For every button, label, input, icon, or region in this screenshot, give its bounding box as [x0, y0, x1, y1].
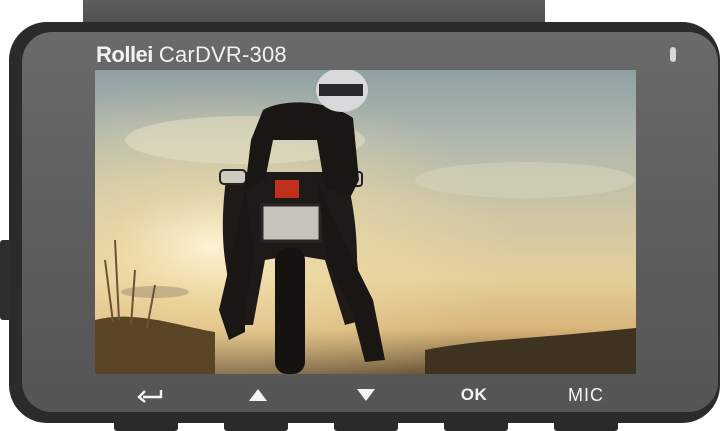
down-button[interactable]: [351, 380, 381, 410]
up-button[interactable]: [243, 380, 273, 410]
bottom-button-base: [444, 418, 508, 431]
brand-logo: Rollei: [96, 42, 153, 67]
bottom-button-base: [224, 418, 288, 431]
bottom-button-base: [114, 418, 178, 431]
status-led: [670, 47, 676, 62]
helmet-icon: [316, 70, 368, 112]
brand-label: Rollei CarDVR-308: [96, 40, 287, 70]
ok-button[interactable]: OK: [453, 380, 495, 410]
bottom-button-base: [334, 418, 398, 431]
screen-photo: [95, 70, 636, 374]
button-row: OK MIC: [95, 380, 636, 410]
triangle-down-icon: [357, 389, 375, 401]
back-button[interactable]: [133, 380, 167, 410]
power-side-button[interactable]: [0, 240, 10, 320]
return-arrow-icon: [137, 390, 163, 403]
cloud-icon: [415, 162, 635, 198]
model-name: CarDVR-308: [158, 42, 287, 67]
display-screen: [95, 70, 636, 374]
triangle-up-icon: [249, 389, 267, 401]
bottom-button-base: [554, 418, 618, 431]
mic-button[interactable]: MIC: [559, 380, 613, 410]
